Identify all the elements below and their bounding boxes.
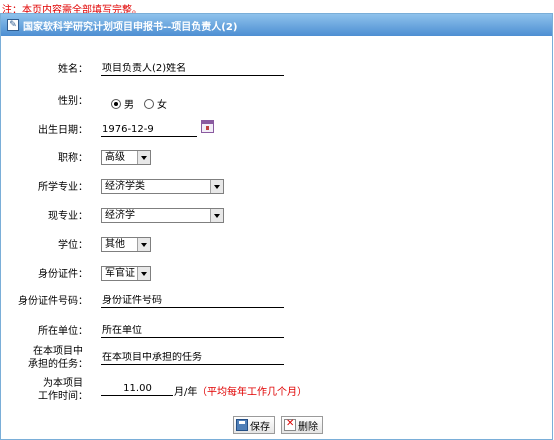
panel-title: 国家软科学研究计划项目申报书--项目负责人(2) bbox=[23, 21, 238, 33]
degree-select-value: 其他 bbox=[105, 239, 125, 250]
name-field[interactable]: 项目负责人(2)姓名 bbox=[101, 63, 284, 76]
birth-date-field[interactable]: 1976-12-9 bbox=[101, 124, 197, 137]
form-panel: ✎ 国家软科学研究计划项目申报书--项目负责人(2) 姓名： 项目负责人(2)姓… bbox=[0, 13, 553, 440]
id-type-select[interactable]: 军官证 bbox=[101, 266, 151, 281]
row-degree: 学位： 其他 bbox=[1, 233, 552, 261]
row-name: 姓名： 项目负责人(2)姓名 bbox=[1, 59, 552, 87]
organization-field[interactable]: 所在单位 bbox=[101, 325, 284, 338]
title-select[interactable]: 高级 bbox=[101, 150, 151, 165]
id-type-label: 身份证件： bbox=[38, 269, 88, 280]
save-button-label: 保存 bbox=[250, 421, 270, 433]
current-major-select-value: 经济学 bbox=[105, 210, 135, 221]
work-time-label-line1: 为本项目 bbox=[43, 378, 83, 389]
current-major-label: 现专业： bbox=[48, 211, 88, 222]
chevron-down-icon bbox=[137, 238, 150, 251]
work-time-label-line2: 工作时间： bbox=[38, 391, 88, 402]
row-organization: 所在单位： 所在单位 bbox=[1, 319, 552, 347]
gender-radio-group: 男 女 bbox=[111, 96, 167, 111]
gender-male-radio[interactable] bbox=[111, 98, 121, 109]
gender-label: 性别： bbox=[58, 96, 88, 107]
title-label: 职称： bbox=[58, 153, 88, 164]
chevron-down-icon bbox=[210, 180, 223, 193]
row-task: 在本项目中 承担的任务： 在本项目中承担的任务 bbox=[1, 345, 552, 377]
task-label: 在本项目中 承担的任务： bbox=[28, 345, 88, 371]
delete-icon bbox=[284, 418, 296, 431]
major-studied-label: 所学专业： bbox=[38, 182, 88, 193]
chevron-down-icon bbox=[210, 209, 223, 222]
organization-label: 所在单位： bbox=[38, 326, 88, 337]
degree-label: 学位： bbox=[58, 240, 88, 251]
row-title: 职称： 高级 bbox=[1, 146, 552, 174]
work-time-unit: 月/年 bbox=[174, 387, 198, 398]
panel-titlebar: ✎ 国家软科学研究计划项目申报书--项目负责人(2) bbox=[1, 14, 552, 36]
id-type-select-value: 军官证 bbox=[105, 268, 135, 279]
current-major-select[interactable]: 经济学 bbox=[101, 208, 224, 223]
delete-button[interactable]: 删除 bbox=[281, 416, 323, 434]
work-time-label: 为本项目 工作时间： bbox=[38, 377, 88, 403]
save-button[interactable]: 保存 bbox=[233, 416, 275, 434]
edit-icon: ✎ bbox=[7, 19, 19, 31]
row-id-number: 身份证件号码： 身份证件号码 bbox=[1, 291, 552, 319]
row-id-type: 身份证件： 军官证 bbox=[1, 262, 552, 290]
save-icon bbox=[236, 419, 248, 431]
row-work-time: 为本项目 工作时间： 11.00 月/年 （平均每年工作几个月） bbox=[1, 377, 552, 409]
delete-button-label: 删除 bbox=[298, 421, 318, 433]
row-current-major: 现专业： 经济学 bbox=[1, 204, 552, 232]
work-time-field[interactable]: 11.00 bbox=[101, 383, 173, 396]
major-studied-select[interactable]: 经济学类 bbox=[101, 179, 224, 194]
gender-female-radio[interactable] bbox=[144, 98, 154, 109]
gender-male-label: 男 bbox=[124, 100, 134, 111]
row-gender: 性别： 男 女 bbox=[1, 88, 552, 116]
button-bar: 保存 删除 bbox=[1, 416, 552, 438]
calendar-icon[interactable] bbox=[201, 120, 214, 133]
chevron-down-icon bbox=[137, 151, 150, 164]
degree-select[interactable]: 其他 bbox=[101, 237, 151, 252]
title-select-value: 高级 bbox=[105, 152, 125, 163]
work-time-hint: （平均每年工作几个月） bbox=[197, 387, 307, 398]
task-label-line1: 在本项目中 bbox=[33, 346, 83, 357]
birth-label: 出生日期： bbox=[38, 125, 88, 136]
task-label-line2: 承担的任务： bbox=[28, 359, 88, 370]
gender-female-label: 女 bbox=[157, 100, 167, 111]
name-label: 姓名： bbox=[58, 64, 88, 75]
id-number-field[interactable]: 身份证件号码 bbox=[101, 295, 284, 308]
row-major-studied: 所学专业： 经济学类 bbox=[1, 175, 552, 203]
major-studied-select-value: 经济学类 bbox=[105, 181, 145, 192]
chevron-down-icon bbox=[137, 267, 150, 280]
id-number-label: 身份证件号码： bbox=[18, 296, 88, 307]
row-birth: 出生日期： 1976-12-9 bbox=[1, 117, 552, 145]
task-field[interactable]: 在本项目中承担的任务 bbox=[101, 352, 284, 365]
